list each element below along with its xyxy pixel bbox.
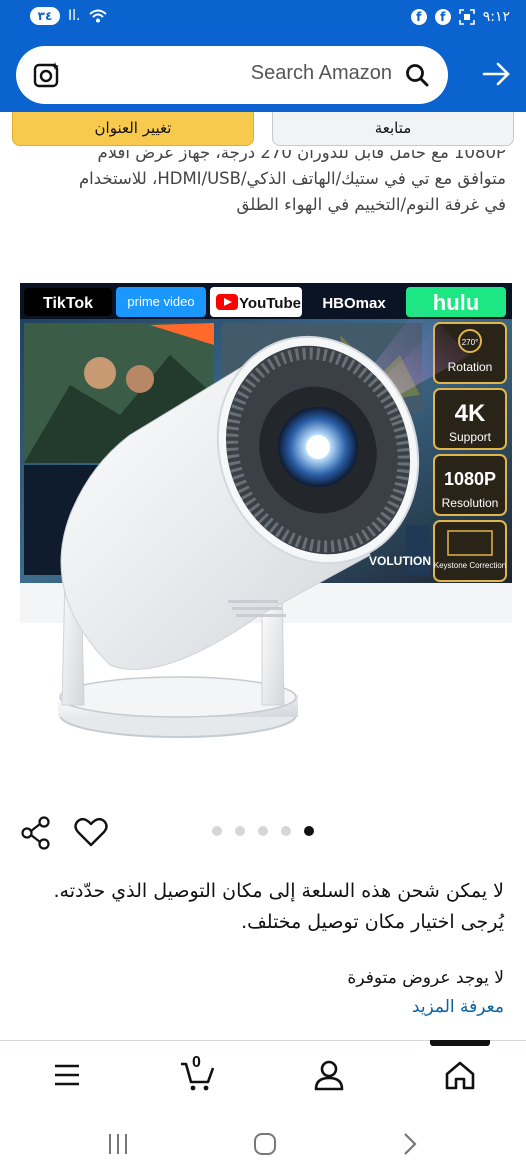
badge-1080p-title: 1080P bbox=[444, 469, 496, 489]
search-input[interactable]: Search Amazon bbox=[251, 62, 392, 85]
description-line: متوافق مع تي في ستيك/الهاتف الذكي/HDMI/U… bbox=[78, 169, 506, 188]
cart-count: 0 bbox=[192, 1054, 201, 1071]
clock: ٩:١٢ bbox=[482, 9, 510, 25]
product-image[interactable]: TikTok prime video YouTube HBOmax hulu V… bbox=[0, 265, 526, 755]
description-partial-line: 1080P مع حامل قابل للدوران 270 درجة، جها… bbox=[97, 150, 506, 162]
change-address-button[interactable]: تغيير العنوان bbox=[12, 112, 254, 146]
product-description: 1080P مع حامل قابل للدوران 270 درجة، جها… bbox=[6, 150, 506, 218]
continue-button[interactable]: متابعة bbox=[272, 112, 514, 146]
facebook-icon: f bbox=[410, 9, 427, 25]
badge-1080p-label: Resolution bbox=[442, 496, 499, 510]
search-icon[interactable] bbox=[404, 62, 430, 88]
logo-youtube: YouTube bbox=[239, 295, 301, 312]
wifi-icon bbox=[89, 9, 108, 23]
home-button-icon[interactable] bbox=[251, 1130, 279, 1158]
status-right: f f ٩:١٢ bbox=[410, 8, 510, 26]
logo-hbomax: HBOmax bbox=[322, 295, 386, 312]
poster-text: VOLUTION bbox=[369, 554, 431, 568]
status-bar: ٣٤ Il. f f ٩:١٢ bbox=[0, 0, 526, 36]
signal-icon: Il. bbox=[68, 8, 81, 24]
description-line: في غرفة النوم/التخييم في الهواء الطلق bbox=[236, 195, 507, 214]
active-tab-indicator bbox=[430, 1040, 490, 1046]
badge-4k-title: 4K bbox=[455, 400, 486, 427]
share-icon[interactable] bbox=[20, 816, 52, 850]
action-buttons: تغيير العنوان متابعة bbox=[0, 112, 526, 152]
battery-indicator: ٣٤ bbox=[30, 7, 60, 25]
home-icon[interactable] bbox=[443, 1058, 477, 1092]
badge-rotation-title: 270° bbox=[462, 338, 479, 347]
arrow-right-icon[interactable] bbox=[480, 58, 512, 90]
learn-more-link[interactable]: معرفة المزيد bbox=[412, 997, 504, 1017]
camera-search-icon[interactable] bbox=[32, 60, 62, 90]
screenshot-icon bbox=[458, 9, 475, 25]
carousel-dot[interactable] bbox=[281, 826, 291, 836]
amazon-product-page: ٣٤ Il. f f ٩:١٢ Search Amazon تغيير العن… bbox=[0, 0, 526, 1173]
cart-button[interactable]: 0 bbox=[180, 1054, 215, 1092]
menu-icon[interactable] bbox=[50, 1058, 84, 1092]
badge-keystone-label: Keystone Correction bbox=[434, 561, 506, 570]
carousel-dot[interactable] bbox=[258, 826, 268, 836]
carousel-dot[interactable] bbox=[304, 826, 314, 836]
system-navigation bbox=[0, 1110, 526, 1173]
recent-apps-icon[interactable] bbox=[104, 1130, 132, 1158]
status-left: ٣٤ Il. bbox=[30, 7, 108, 25]
badge-4k-label: Support bbox=[449, 430, 492, 444]
carousel-dots[interactable] bbox=[212, 826, 314, 836]
facebook-icon: f bbox=[434, 9, 451, 25]
carousel-dot[interactable] bbox=[212, 826, 222, 836]
carousel-dot[interactable] bbox=[235, 826, 245, 836]
account-icon[interactable] bbox=[312, 1058, 346, 1092]
header: ٣٤ Il. f f ٩:١٢ Search Amazon bbox=[0, 0, 526, 112]
heart-icon[interactable] bbox=[74, 816, 108, 848]
logo-tiktok: TikTok bbox=[43, 295, 93, 312]
shipping-notice: لا يمكن شحن هذه السلعة إلى مكان التوصيل … bbox=[53, 880, 504, 933]
logo-hulu: hulu bbox=[433, 290, 479, 315]
back-icon[interactable] bbox=[396, 1130, 424, 1158]
no-offers-text: لا يوجد عروض متوفرة bbox=[347, 968, 504, 988]
description-line: 1080P مع حامل قابل للدوران 270 درجة، جها… bbox=[6, 150, 506, 166]
logo-prime-video: prime video bbox=[127, 294, 194, 309]
search-bar[interactable]: Search Amazon bbox=[16, 46, 448, 104]
